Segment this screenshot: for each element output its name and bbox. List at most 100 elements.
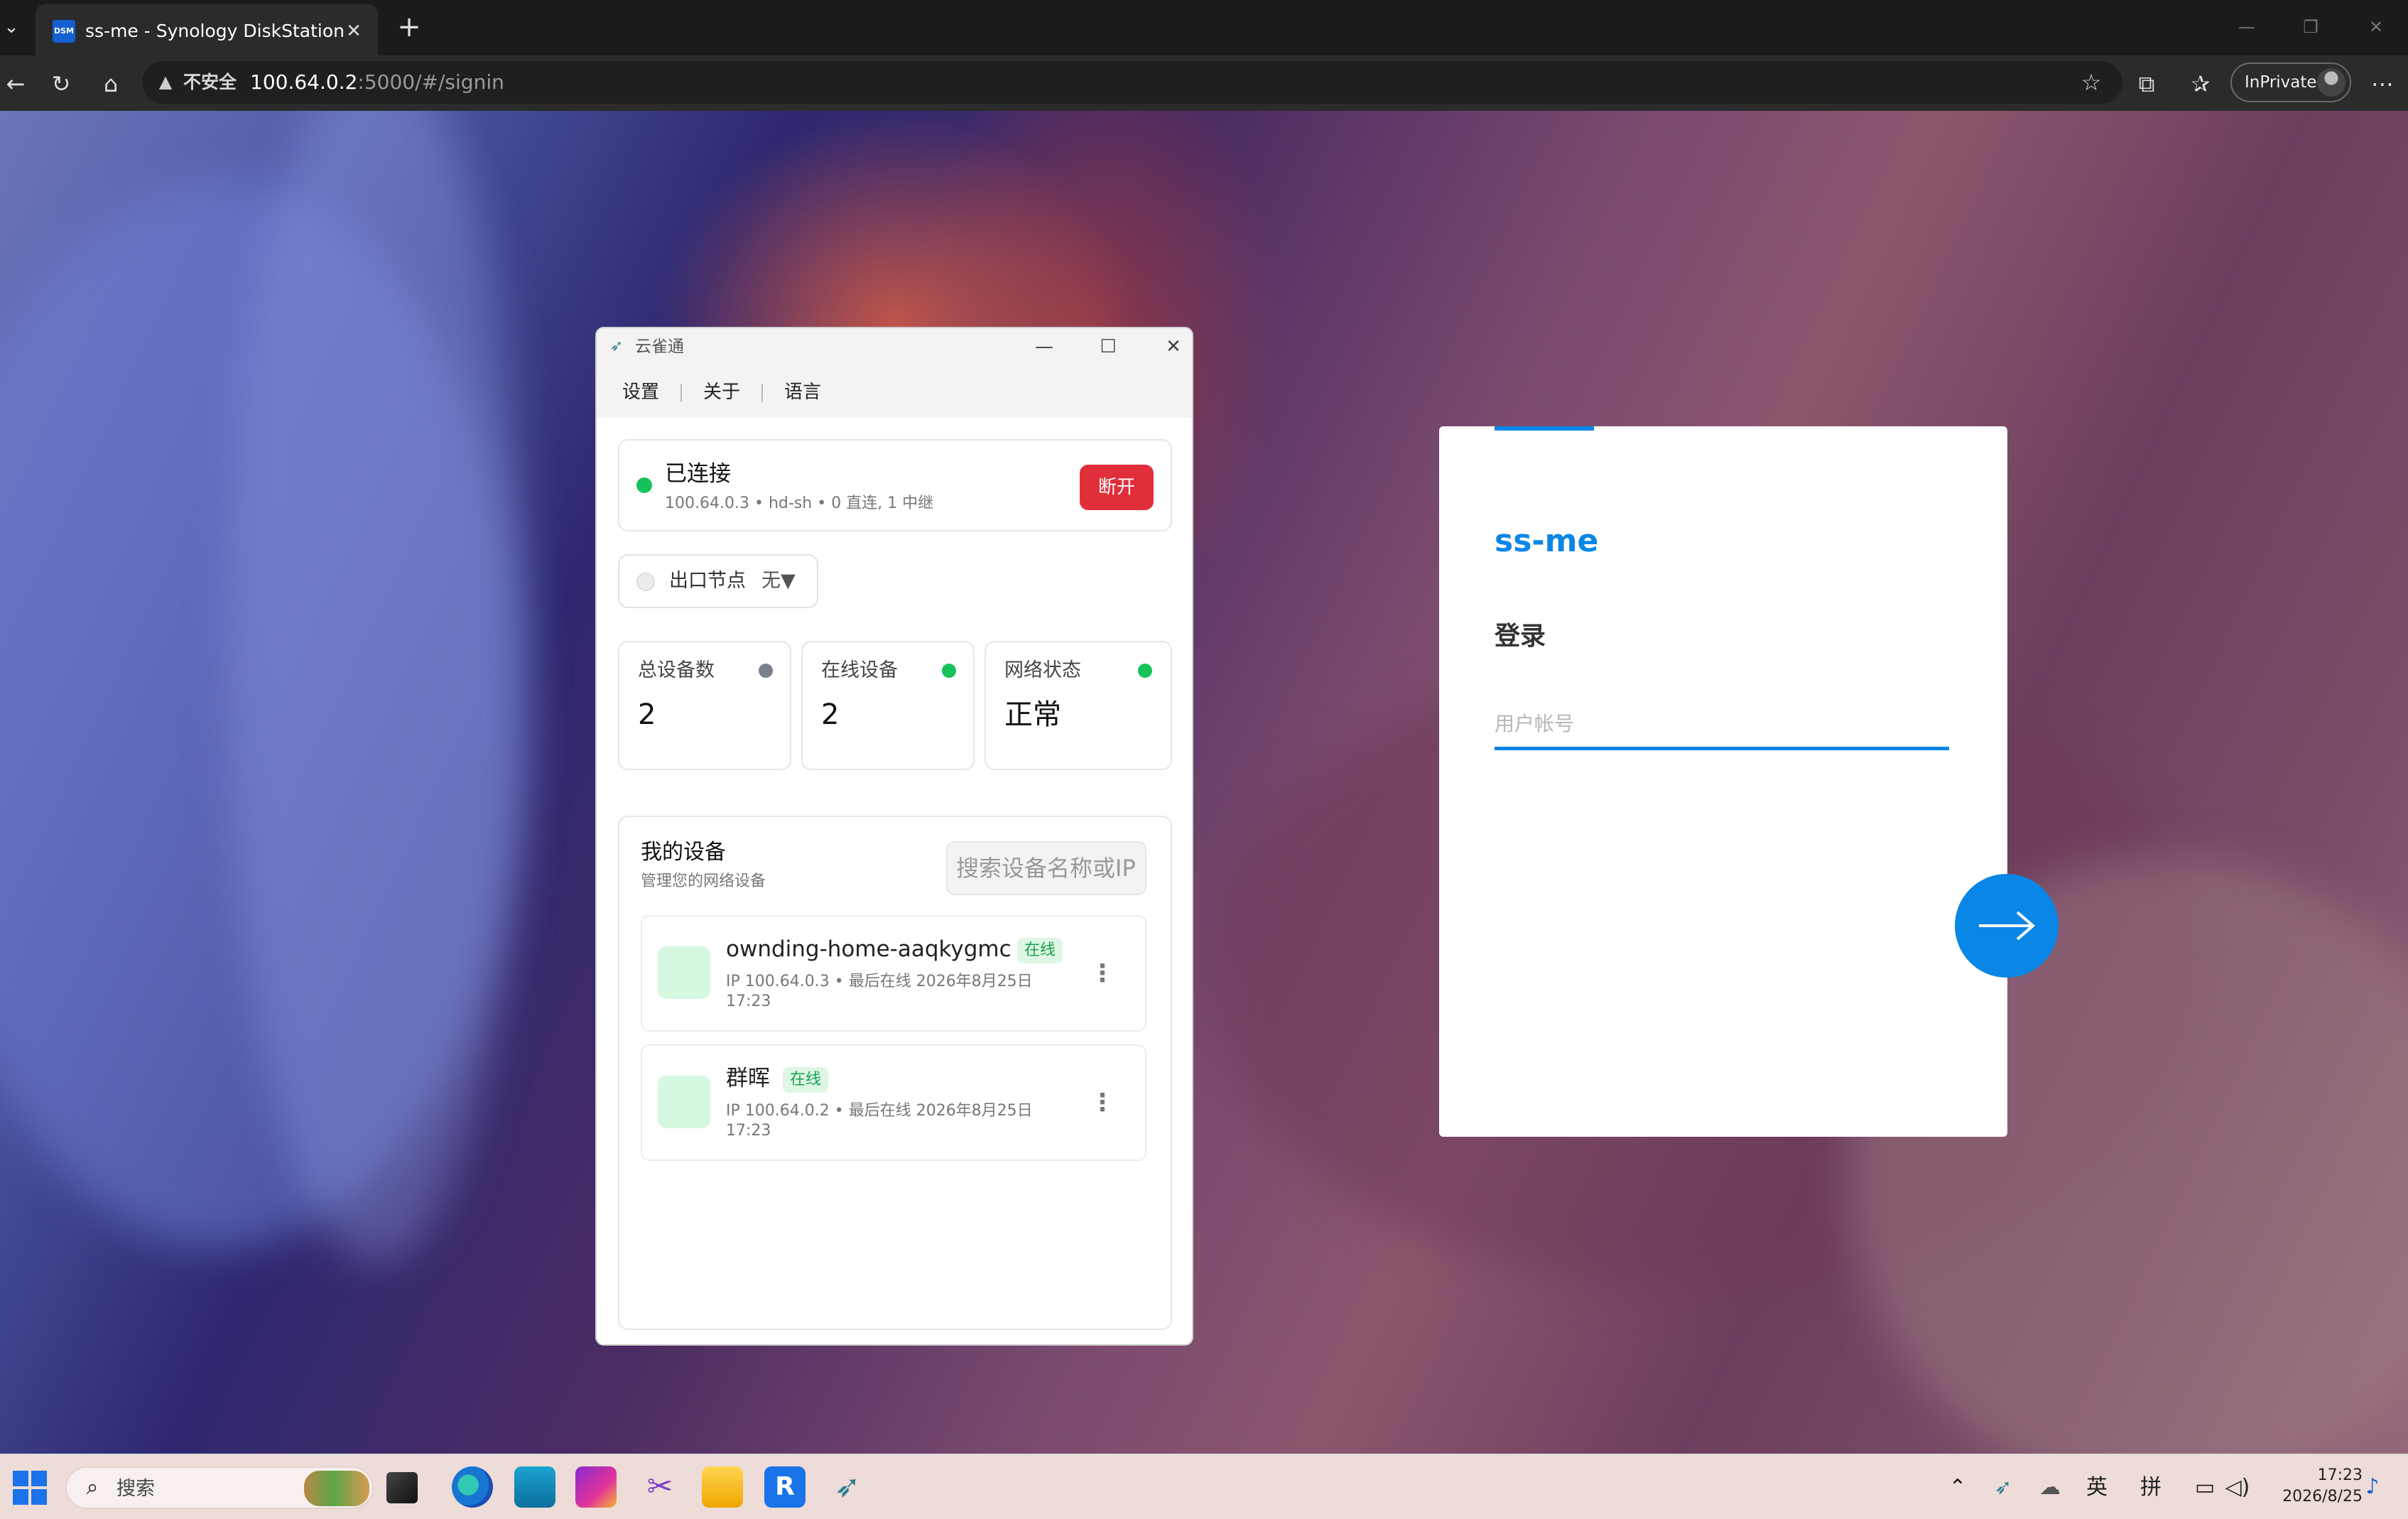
clock-date: 2026/8/25 — [2282, 1488, 2363, 1506]
back-arrow-icon[interactable]: ← — [0, 68, 31, 99]
new-tab-plus-icon[interactable]: + — [395, 13, 423, 41]
ime-language-indicator[interactable]: 英 — [2081, 1471, 2113, 1505]
app-menu-bar: 设置 关于 语言 — [597, 365, 1192, 418]
app-close-icon[interactable]: ✕ — [1159, 333, 1188, 361]
favorite-star-icon[interactable]: ☆ — [2076, 67, 2107, 98]
snipping-tool-icon[interactable]: ✂ — [639, 1466, 680, 1508]
windows-start-icon[interactable] — [13, 1471, 47, 1505]
menu-separator — [761, 384, 763, 402]
inprivate-avatar-icon — [2317, 68, 2345, 97]
menu-about[interactable]: 关于 — [703, 379, 740, 405]
task-view-icon[interactable] — [386, 1472, 418, 1503]
device-more-options-icon[interactable]: ⋮ — [1088, 958, 1117, 989]
login-accent-bar — [1495, 426, 1594, 431]
separator-dot: • — [817, 494, 832, 512]
menu-settings[interactable]: 设置 — [622, 379, 659, 405]
device-ip: IP 100.64.0.2 — [726, 1102, 830, 1120]
security-label[interactable]: 不安全 — [183, 70, 237, 95]
app-maximize-icon[interactable]: ☐ — [1094, 333, 1122, 361]
disconnect-button[interactable]: 断开 — [1080, 465, 1154, 510]
separator-dot: • — [834, 1102, 849, 1120]
device-ip: IP 100.64.0.3 — [726, 973, 830, 990]
url-text[interactable]: 100.64.0.2:5000/#/signin — [250, 70, 504, 95]
yunquetong-window: ➶ 云雀通 — ☐ ✕ 设置 关于 语言 已连接 100.64.0.3 • hd… — [595, 327, 1193, 1346]
device-search-input[interactable]: 搜索设备名称或IP — [946, 841, 1146, 895]
dsm-login-page: ss-me 登录 ➶ 云雀通 — ☐ ✕ 设置 关于 语言 已连接 — [0, 111, 2408, 1454]
window-minimize-icon[interactable]: — — [2230, 13, 2263, 41]
tab-title: ss-me - Synology DiskStation — [85, 21, 345, 41]
refresh-icon[interactable]: ↻ — [45, 68, 77, 99]
tray-yunquetong-icon[interactable]: ➶ — [1987, 1471, 2019, 1505]
app-minimize-icon[interactable]: — — [1030, 333, 1058, 361]
start-logo-tile — [31, 1489, 47, 1505]
wallpaper-rock-streak — [227, 111, 526, 1262]
volume-speaker-icon[interactable]: ◁) — [2222, 1471, 2253, 1505]
stat-value: 正常 — [1004, 698, 1061, 731]
connection-details: 100.64.0.3 • hd-sh • 0 直连, 1 中继 — [665, 493, 933, 514]
search-highlight-art — [304, 1471, 369, 1506]
app-titlebar: ➶ 云雀通 — ☐ ✕ — [597, 328, 1192, 365]
home-icon[interactable]: ⌂ — [95, 68, 126, 99]
connection-links: 0 直连, 1 中继 — [831, 494, 934, 512]
device-online-badge: 在线 — [783, 1067, 829, 1093]
exit-node-value[interactable]: 无▼ — [761, 568, 796, 594]
device-more-options-icon[interactable]: ⋮ — [1088, 1087, 1117, 1118]
stat-online-devices: 在线设备 2 — [801, 641, 975, 770]
tab-close-icon[interactable]: ✕ — [340, 17, 368, 45]
device-list-item[interactable]: 群晖 在线 IP 100.64.0.2 • 最后在线 2026年8月25日 17… — [641, 1044, 1146, 1161]
login-next-button[interactable] — [1955, 874, 2059, 978]
device-meta: IP 100.64.0.2 • 最后在线 2026年8月25日 17:23 — [726, 1101, 1081, 1141]
inprivate-button[interactable]: InPrivate — [2230, 63, 2351, 102]
window-close-icon[interactable]: ✕ — [2360, 13, 2392, 41]
notification-bell-icon[interactable]: ♪ — [2363, 1475, 2382, 1499]
exit-node-label: 出口节点 — [669, 570, 746, 592]
device-avatar — [658, 1076, 710, 1128]
browser-more-menu-icon[interactable]: ⋯ — [2367, 68, 2398, 99]
devices-title: 我的设备 — [641, 840, 726, 865]
menu-language[interactable]: 语言 — [784, 379, 821, 405]
url-path: :5000/#/signin — [357, 70, 504, 94]
window-restore-icon[interactable]: ❐ — [2294, 13, 2327, 41]
tray-overflow-chevron-icon[interactable]: ⌃ — [1943, 1471, 1972, 1505]
login-title: 登录 — [1495, 622, 1546, 651]
connection-ip: 100.64.0.3 — [665, 494, 749, 512]
login-hostname: ss-me — [1495, 523, 1599, 559]
extensions-puzzle-icon[interactable]: ⧉ — [2131, 68, 2162, 99]
device-last-seen-time: 17:23 — [726, 1122, 771, 1140]
username-input[interactable] — [1495, 701, 1949, 750]
yunquetong-taskbar-icon[interactable]: ➶ — [827, 1466, 868, 1508]
taskbar-clock[interactable]: 17:23 2026/8/25 — [2263, 1465, 2363, 1508]
exit-node-selector[interactable]: 出口节点 无▼ — [618, 554, 818, 608]
exit-node-toggle[interactable] — [636, 573, 655, 591]
taskbar-search-box[interactable]: ⌕ 搜索 — [65, 1466, 374, 1509]
device-online-badge: 在线 — [1017, 938, 1063, 963]
device-last-seen-time: 17:23 — [726, 993, 771, 1010]
favorites-collection-icon[interactable]: ✰ — [2185, 68, 2216, 99]
browser-titlebar: ⌄ DSM ss-me - Synology DiskStation ✕ + —… — [0, 0, 2408, 55]
connection-card: 已连接 100.64.0.3 • hd-sh • 0 直连, 1 中继 断开 — [618, 439, 1172, 531]
stat-indicator-dot — [759, 664, 773, 678]
stat-total-devices: 总设备数 2 — [618, 641, 791, 770]
touch-keyboard-app-icon[interactable] — [514, 1466, 555, 1508]
connection-status: 已连接 — [665, 461, 731, 487]
device-name: ownding-home-aaqkygmc — [726, 936, 1012, 962]
connected-status-dot — [636, 477, 652, 493]
inprivate-label: InPrivate — [2245, 73, 2317, 92]
ime-mode-indicator[interactable]: 拼 — [2135, 1471, 2166, 1505]
file-explorer-icon[interactable] — [702, 1466, 743, 1508]
tray-onedrive-cloud-icon[interactable]: ☁ — [2034, 1471, 2066, 1505]
onenote-app-icon[interactable] — [575, 1466, 617, 1508]
url-host: 100.64.0.2 — [250, 70, 358, 94]
network-display-icon[interactable]: ▭ — [2189, 1471, 2220, 1505]
stat-title: 在线设备 — [821, 659, 898, 681]
remote-desktop-app-icon[interactable]: R — [764, 1466, 806, 1508]
device-list-item[interactable]: ownding-home-aaqkygmc 在线 IP 100.64.0.3 •… — [641, 915, 1146, 1032]
stat-title: 网络状态 — [1004, 659, 1081, 681]
devices-subtitle: 管理您的网络设备 — [641, 872, 766, 890]
arrow-right-icon — [1979, 911, 2036, 941]
browser-tab-active[interactable]: DSM ss-me - Synology DiskStation ✕ — [36, 4, 378, 55]
edge-browser-icon[interactable] — [452, 1466, 493, 1508]
tab-actions-chevron-icon[interactable]: ⌄ — [0, 13, 23, 41]
address-bar[interactable]: ▲ 不安全 100.64.0.2:5000/#/signin ☆ — [142, 61, 2122, 104]
start-logo-tile — [13, 1471, 28, 1486]
